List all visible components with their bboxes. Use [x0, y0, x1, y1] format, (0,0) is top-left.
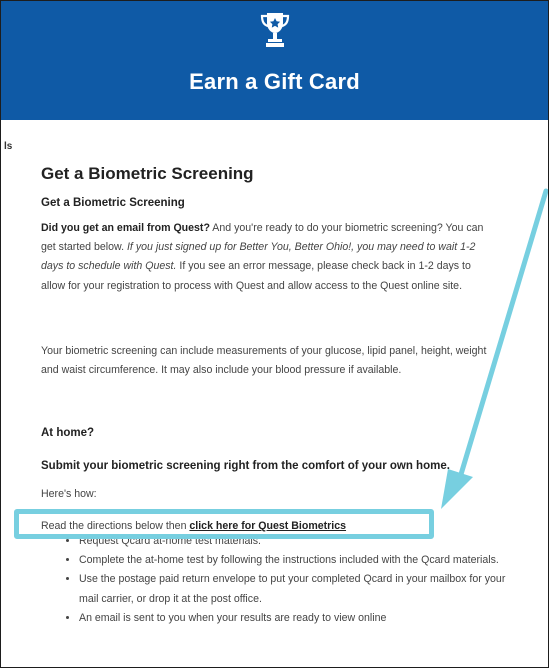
main-content: Get a Biometric Screening Get a Biometri… [41, 164, 505, 624]
section-subtitle: Get a Biometric Screening [41, 197, 185, 209]
link-highlight-box [14, 509, 434, 539]
intro-bold: Did you get an email from Quest? [41, 222, 210, 234]
step-item: Use the postage paid return envelope to … [79, 570, 519, 608]
step-item: Complete the at-home test by following t… [79, 551, 519, 570]
page-title: Earn a Gift Card [189, 69, 360, 94]
steps-list: Request Qcard at-home test materials. Co… [63, 532, 519, 628]
step-item: An email is sent to you when your result… [79, 609, 519, 628]
measurements-paragraph: Your biometric screening can include mea… [41, 345, 487, 377]
breadcrumb-fragment: ls [4, 141, 13, 152]
section-title: Get a Biometric Screening [41, 164, 254, 183]
trophy-icon [260, 13, 290, 47]
screenshot-frame: Earn a Gift Card ls Get a Biometric Scre… [0, 0, 549, 668]
intro-paragraph: Did you get an email from Quest? And you… [41, 219, 487, 296]
at-home-heading: At home? [41, 427, 95, 439]
heres-how-text: Here's how: [41, 488, 97, 500]
page-header-banner: Earn a Gift Card [1, 1, 548, 120]
at-home-subheading: Submit your biometric screening right fr… [41, 460, 450, 472]
